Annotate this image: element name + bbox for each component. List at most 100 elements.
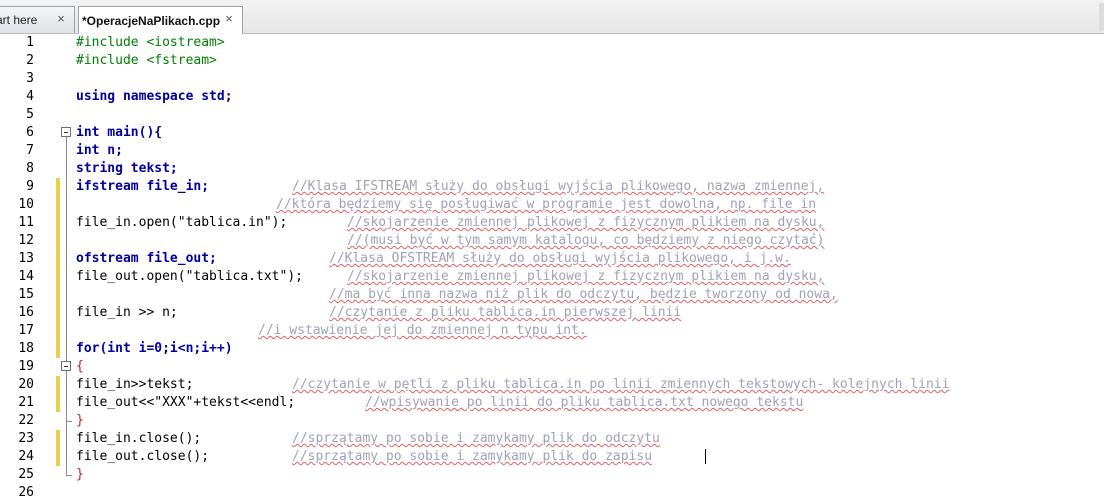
line-comment: //Klasa IFSTREAM służy do obsługi wyjści… xyxy=(292,179,825,194)
line-comment: //Klasa OFSTREAM służy do obsługi wyjści… xyxy=(329,251,791,266)
code-line[interactable]: 19 { xyxy=(0,358,1104,376)
code-line[interactable]: 18 for(int i=0;i<n;i++) xyxy=(0,340,1104,358)
change-marker xyxy=(56,178,60,196)
line-code: #include <iostream> xyxy=(76,35,225,50)
tab-operacje-na-plikach[interactable]: *OperacjeNaPlikach.cpp × xyxy=(78,6,243,34)
change-marker xyxy=(56,250,60,268)
code-editor[interactable]: 1 #include <iostream> 2 #include <fstrea… xyxy=(0,34,1104,503)
code-line[interactable]: 16 file_in >> n; //czytanie z pliku tabl… xyxy=(0,304,1104,322)
line-code: #include <fstream> xyxy=(76,53,217,68)
line-number: 26 xyxy=(18,485,34,500)
code-line[interactable]: 11 file_in.open("tablica.in"); //skojarz… xyxy=(0,214,1104,232)
line-code: file_in.close(); xyxy=(76,431,202,446)
line-number: 20 xyxy=(18,377,34,392)
code-line[interactable]: 3 xyxy=(0,70,1104,88)
text-caret xyxy=(705,449,706,464)
code-line[interactable]: 26 xyxy=(0,484,1104,502)
change-marker xyxy=(56,340,60,358)
line-number: 7 xyxy=(26,143,34,158)
line-code: int main(){ xyxy=(76,125,163,140)
line-comment: //i wstawienie jej do zmiennej n typu in… xyxy=(258,323,587,338)
line-code: ofstream file_out; xyxy=(76,251,217,266)
line-number: 4 xyxy=(26,89,34,104)
line-comment: //skojarzenie zmiennej plikowej z fizycz… xyxy=(347,215,825,230)
line-number: 22 xyxy=(18,413,34,428)
line-number: 2 xyxy=(26,53,34,68)
code-line[interactable]: 20 file_in>>tekst; //czytanie w pętli z … xyxy=(0,376,1104,394)
code-line[interactable]: 12 //(musi być w tym samym katalogu, co … xyxy=(0,232,1104,250)
line-comment: //skojarzenie zmiennej plikowej z fizycz… xyxy=(347,269,825,284)
tab-bar-edge xyxy=(1099,3,1104,31)
line-code: { xyxy=(76,359,84,374)
code-line[interactable]: 13 ofstream file_out; //Klasa OFSTREAM s… xyxy=(0,250,1104,268)
line-code: string tekst; xyxy=(76,161,178,176)
line-number: 19 xyxy=(18,359,34,374)
change-marker xyxy=(56,214,60,232)
change-marker xyxy=(56,286,60,304)
code-line[interactable]: 17 //i wstawienie jej do zmiennej n typu… xyxy=(0,322,1104,340)
code-line[interactable]: 21 file_out<<"XXX"+tekst<<endl; //wpisyw… xyxy=(0,394,1104,412)
change-marker xyxy=(56,448,60,466)
line-number: 24 xyxy=(18,449,34,464)
line-code: int n; xyxy=(76,143,123,158)
line-number: 3 xyxy=(26,71,34,86)
code-line[interactable]: 2 #include <fstream> xyxy=(0,52,1104,70)
code-line[interactable]: 7 int n; xyxy=(0,142,1104,160)
change-marker xyxy=(56,304,60,322)
line-code: } xyxy=(76,467,84,482)
change-marker xyxy=(56,196,60,214)
line-code: for(int i=0;i<n;i++) xyxy=(76,341,233,356)
line-number: 9 xyxy=(26,179,34,194)
tab-label: *OperacjeNaPlikach.cpp xyxy=(82,13,221,28)
code-line[interactable]: 14 file_out.open("tablica.txt"); //skoja… xyxy=(0,268,1104,286)
line-number: 18 xyxy=(18,341,34,356)
line-code: file_out.close(); xyxy=(76,449,210,464)
line-comment: //która będziemy się posługiwać w progra… xyxy=(276,197,817,212)
line-code: } xyxy=(76,413,84,428)
code-line[interactable]: 5 xyxy=(0,106,1104,124)
code-line[interactable]: 25 } xyxy=(0,466,1104,484)
line-number: 6 xyxy=(26,125,34,140)
code-line[interactable]: 23 file_in.close(); //sprzątamy po sobie… xyxy=(0,430,1104,448)
line-number: 17 xyxy=(18,323,34,338)
line-comment: //(musi być w tym samym katalogu, co będ… xyxy=(347,233,825,248)
code-line[interactable]: 15 //ma być inna nazwa niż plik do odczy… xyxy=(0,286,1104,304)
line-number: 13 xyxy=(18,251,34,266)
line-code: file_out<<"XXX"+tekst<<endl; xyxy=(76,395,296,410)
tab-start-here[interactable]: art here × xyxy=(0,6,75,33)
close-icon[interactable]: × xyxy=(222,12,236,26)
change-marker xyxy=(56,322,60,340)
code-line[interactable]: 10 //która będziemy się posługiwać w pro… xyxy=(0,196,1104,214)
line-code: file_in >> n; xyxy=(76,305,178,320)
line-comment: //wpisywanie po linii do pliku tablica.t… xyxy=(365,395,804,410)
line-code: using namespace std; xyxy=(76,89,233,104)
line-code: ifstream file_in; xyxy=(76,179,210,194)
code-line[interactable]: 24 file_out.close(); //sprzątamy po sobi… xyxy=(0,448,1104,466)
line-number: 16 xyxy=(18,305,34,320)
line-comment: //czytanie z pliku tablica.in pierwszej … xyxy=(329,305,682,320)
change-marker xyxy=(56,268,60,286)
code-line[interactable]: 4 using namespace std; xyxy=(0,88,1104,106)
line-number: 14 xyxy=(18,269,34,284)
line-comment: //sprzątamy po sobie i zamykamy plik do … xyxy=(292,449,653,464)
line-comment: //sprzątamy po sobie i zamykamy plik do … xyxy=(292,431,660,446)
code-line[interactable]: 22 } xyxy=(0,412,1104,430)
tab-bar: art here × *OperacjeNaPlikach.cpp × xyxy=(0,0,1104,34)
code-line[interactable]: 1 #include <iostream> xyxy=(0,34,1104,52)
change-marker xyxy=(56,376,60,394)
line-number: 15 xyxy=(18,287,34,302)
line-code: file_in.open("tablica.in"); xyxy=(76,215,288,230)
line-code: file_in>>tekst; xyxy=(76,377,194,392)
tab-label: art here xyxy=(0,13,38,27)
close-icon[interactable]: × xyxy=(54,12,68,26)
line-comment: //ma być inna nazwa niż plik do odczytu,… xyxy=(329,287,838,302)
line-number: 21 xyxy=(18,395,34,410)
code-line[interactable]: 6 int main(){ xyxy=(0,124,1104,142)
code-line[interactable]: 8 string tekst; xyxy=(0,160,1104,178)
line-number: 5 xyxy=(26,107,34,122)
line-code: file_out.open("tablica.txt"); xyxy=(76,269,303,284)
line-comment: //czytanie w pętli z pliku tablica.in po… xyxy=(292,377,950,392)
line-number: 11 xyxy=(18,215,34,230)
code-line[interactable]: 9 ifstream file_in; //Klasa IFSTREAM słu… xyxy=(0,178,1104,196)
line-number: 8 xyxy=(26,161,34,176)
